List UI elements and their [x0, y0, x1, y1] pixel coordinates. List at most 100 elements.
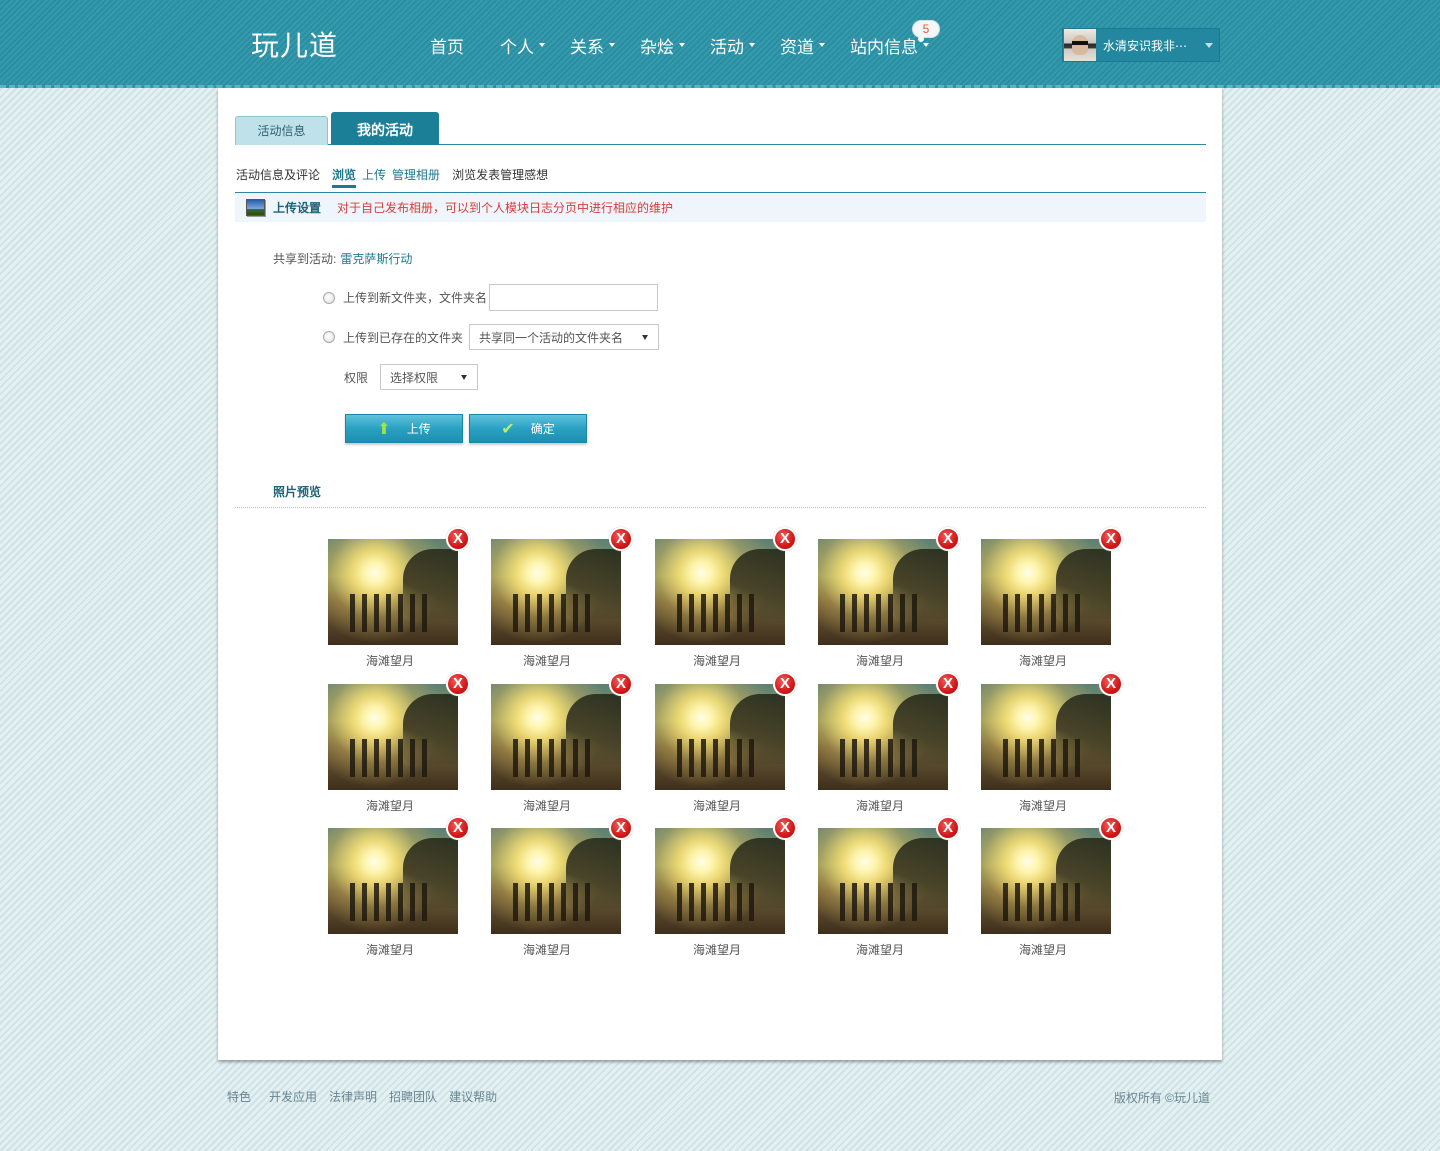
new-folder-label: 上传到新文件夹，文件夹名 — [343, 291, 488, 305]
photo-thumbnail[interactable] — [655, 539, 785, 645]
permission-label: 权限 — [344, 370, 369, 385]
photo-thumbnail[interactable] — [818, 828, 948, 934]
photo-caption: 海滩望月 — [365, 799, 414, 813]
footer-link-legal[interactable]: 法律声明 — [329, 1088, 377, 1105]
caret-down-icon — [461, 375, 468, 380]
subnav-manage-album[interactable]: 管理相册 — [392, 166, 440, 188]
photo-thumbnail[interactable] — [328, 828, 458, 934]
nav-relations[interactable]: 关系 — [550, 33, 620, 57]
existing-folder-label: 上传到已存在的文件夹 — [343, 330, 464, 345]
photo-caption: 海滩望月 — [855, 654, 904, 668]
delete-photo-icon[interactable]: X — [1099, 672, 1123, 696]
nav-home[interactable]: 首页 — [410, 33, 480, 57]
site-logo[interactable]: 玩儿道 — [251, 24, 338, 64]
photo-thumbnail[interactable] — [491, 828, 621, 934]
delete-photo-icon[interactable]: X — [609, 527, 633, 551]
photo-thumbnail[interactable] — [655, 684, 785, 790]
delete-photo-icon[interactable]: X — [1099, 816, 1123, 840]
photo-caption: 海滩望月 — [522, 943, 571, 957]
photo-caption: 海滩望月 — [1018, 654, 1067, 668]
chevron-down-icon — [749, 43, 755, 47]
top-header: 玩儿道 首页 个人 关系 杂烩 活动 资道 站内信息 5 水清安识我非⋯ — [0, 0, 1440, 88]
subnav-browse[interactable]: 浏览 — [332, 166, 357, 188]
delete-photo-icon[interactable]: X — [773, 672, 797, 696]
existing-folder-select[interactable]: 共享同一个活动的文件夹名 — [469, 324, 660, 350]
chevron-down-icon — [609, 43, 615, 47]
photo-thumbnail[interactable] — [981, 684, 1111, 790]
delete-photo-icon[interactable]: X — [446, 816, 470, 840]
footer-link-help[interactable]: 建议帮助 — [449, 1088, 497, 1105]
photo-caption: 海滩望月 — [522, 654, 571, 668]
existing-folder-radio[interactable] — [323, 331, 335, 343]
permission-select[interactable]: 选择权限 — [380, 364, 479, 390]
arrow-up-icon: ⬆ — [377, 420, 391, 438]
footer-links: 特色 开发应用 法律声明 招聘团队 建议帮助 — [227, 1088, 509, 1105]
tab-activity-info[interactable]: 活动信息 — [235, 116, 328, 145]
subnav-comments[interactable]: 活动信息及评论 — [236, 166, 320, 188]
chevron-down-icon — [923, 43, 929, 47]
delete-photo-icon[interactable]: X — [609, 672, 633, 696]
new-folder-radio[interactable] — [323, 291, 335, 304]
nav-activity-label: 活动 — [710, 37, 744, 57]
main-panel: 活动信息 我的活动 活动信息及评论 浏览 上传 管理相册 浏览发表管理感想 上传… — [218, 88, 1222, 1060]
chevron-down-icon — [1205, 42, 1213, 48]
nav-messages-label: 站内信息 — [850, 37, 918, 57]
photo-caption: 海滩望月 — [692, 943, 741, 957]
photo-caption: 海滩望月 — [522, 799, 571, 813]
nav-activity[interactable]: 活动 — [690, 33, 760, 57]
delete-photo-icon[interactable]: X — [936, 672, 960, 696]
user-menu[interactable]: 水清安识我非⋯ — [1062, 28, 1220, 62]
delete-photo-icon[interactable]: X — [773, 527, 797, 551]
confirm-button[interactable]: ✔ 确定 — [469, 414, 587, 443]
upload-button[interactable]: ⬆ 上传 — [345, 414, 463, 443]
photo-thumbnail[interactable] — [818, 684, 948, 790]
existing-folder-value: 共享同一个活动的文件夹名 — [479, 330, 624, 345]
existing-folder-row: 上传到已存在的文件夹 共享同一个活动的文件夹名 — [323, 324, 660, 350]
tab-bar: 活动信息 我的活动 — [235, 112, 1206, 145]
nav-resources[interactable]: 资道 — [760, 33, 830, 57]
nav-misc[interactable]: 杂烩 — [620, 33, 690, 57]
photo-caption: 海滩望月 — [692, 654, 741, 668]
delete-photo-icon[interactable]: X — [773, 816, 797, 840]
photo-thumbnail[interactable] — [655, 828, 785, 934]
upload-settings-bar: 上传设置 对于自己发布相册，可以到个人模块日志分页中进行相应的维护 — [235, 192, 1206, 222]
nav-resources-label: 资道 — [780, 37, 814, 57]
delete-photo-icon[interactable]: X — [446, 672, 470, 696]
photo-thumbnail[interactable] — [328, 684, 458, 790]
subnav-thoughts[interactable]: 浏览发表管理感想 — [452, 166, 548, 188]
footer-link-dev[interactable]: 开发应用 — [269, 1088, 317, 1105]
photo-thumbnail[interactable] — [818, 539, 948, 645]
photo-caption: 海滩望月 — [1018, 799, 1067, 813]
share-activity-link[interactable]: 雷克萨斯行动 — [340, 250, 412, 267]
photo-caption: 海滩望月 — [365, 943, 414, 957]
message-count-badge[interactable]: 5 — [912, 20, 940, 42]
delete-photo-icon[interactable]: X — [936, 527, 960, 551]
tab-my-activity[interactable]: 我的活动 — [331, 112, 439, 145]
confirm-button-label: 确定 — [530, 422, 555, 436]
photo-thumbnail[interactable] — [328, 539, 458, 645]
photo-preview-title: 照片预览 — [273, 485, 322, 499]
nav-home-label: 首页 — [430, 37, 464, 57]
photo-caption: 海滩望月 — [855, 799, 904, 813]
photo-thumbnail[interactable] — [981, 539, 1111, 645]
nav-personal-label: 个人 — [500, 37, 534, 57]
main-nav: 首页 个人 关系 杂烩 活动 资道 站内信息 — [410, 33, 930, 57]
photo-caption: 海滩望月 — [365, 654, 414, 668]
delete-photo-icon[interactable]: X — [446, 527, 470, 551]
upload-settings-title: 上传设置 — [273, 201, 322, 215]
share-row: 共享到活动: 雷克萨斯行动 — [273, 250, 412, 267]
footer-link-features[interactable]: 特色 — [227, 1088, 251, 1105]
delete-photo-icon[interactable]: X — [609, 816, 633, 840]
photo-thumbnail[interactable] — [491, 684, 621, 790]
photo-thumbnail[interactable] — [491, 539, 621, 645]
delete-photo-icon[interactable]: X — [936, 816, 960, 840]
nav-personal[interactable]: 个人 — [480, 33, 550, 57]
nav-messages[interactable]: 站内信息 — [830, 33, 930, 57]
folder-name-input[interactable] — [489, 284, 659, 311]
photo-thumbnail[interactable] — [981, 828, 1111, 934]
permission-row: 权限 选择权限 — [344, 364, 479, 390]
footer-link-jobs[interactable]: 招聘团队 — [389, 1088, 437, 1105]
subnav-upload[interactable]: 上传 — [362, 166, 386, 188]
sub-nav: 活动信息及评论 浏览 上传 管理相册 浏览发表管理感想 — [236, 166, 560, 188]
delete-photo-icon[interactable]: X — [1099, 527, 1123, 551]
